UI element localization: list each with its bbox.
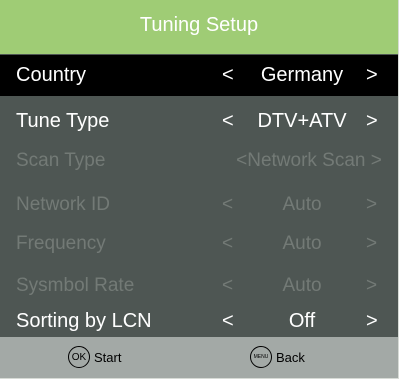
setting-row-country[interactable]: Country < Germany > [0, 55, 398, 96]
arrow-right-icon[interactable]: > [366, 301, 378, 342]
setting-value: Off [288, 310, 316, 332]
arrow-left-icon: < [222, 194, 234, 215]
setting-value: Auto [282, 194, 322, 215]
arrow-right-icon[interactable]: > [366, 101, 378, 142]
header-bar: Tuning Setup [0, 0, 398, 54]
setting-value: Germany [260, 64, 344, 86]
setting-label: Sorting by LCN [16, 310, 152, 332]
setting-row-frequency: Frequency < Auto > [0, 223, 398, 264]
arrow-right-icon: > [366, 233, 378, 254]
setting-row-network-id: Network ID < Auto > [0, 184, 398, 225]
arrow-left-icon[interactable]: < [222, 101, 234, 142]
arrow-left-icon: < [222, 233, 234, 254]
setting-label: Tune Type [16, 110, 110, 132]
arrow-right-icon: > [366, 275, 378, 296]
setting-label: Scan Type [16, 150, 106, 171]
setting-row-scan-type: Scan Type <Network Scan > [0, 140, 398, 181]
ok-button-icon: OK [68, 346, 90, 368]
start-label: Start [94, 349, 122, 365]
setting-label: Network ID [16, 194, 110, 215]
setting-label: Frequency [16, 233, 106, 254]
footer-bar: OK Start MENU Back [0, 337, 398, 378]
setting-value: Auto [282, 233, 322, 254]
back-label: Back [276, 349, 305, 365]
back-hint[interactable]: MENU Back [250, 345, 305, 369]
setting-row-sorting-lcn[interactable]: Sorting by LCN < Off > [0, 301, 398, 342]
arrow-right-icon[interactable]: > [366, 55, 378, 96]
setting-value: <Network Scan > [236, 150, 382, 171]
setting-label: Country [16, 64, 87, 86]
arrow-left-icon[interactable]: < [222, 301, 234, 342]
setting-value: Auto [282, 275, 322, 296]
setting-label: Sysmbol Rate [16, 275, 135, 296]
menu-button-icon: MENU [250, 346, 272, 368]
arrow-left-icon[interactable]: < [222, 55, 234, 96]
arrow-right-icon: > [366, 194, 378, 215]
setting-row-symbol-rate: Sysmbol Rate < Auto > [0, 265, 398, 306]
setting-value: DTV+ATV [257, 110, 347, 132]
arrow-left-icon: < [222, 275, 234, 296]
start-hint[interactable]: OK Start [68, 345, 121, 369]
page-title: Tuning Setup [139, 14, 259, 36]
tuning-setup-panel: Tuning Setup Country < Germany > Tune Ty… [0, 0, 399, 379]
setting-row-tune-type[interactable]: Tune Type < DTV+ATV > [0, 101, 398, 142]
